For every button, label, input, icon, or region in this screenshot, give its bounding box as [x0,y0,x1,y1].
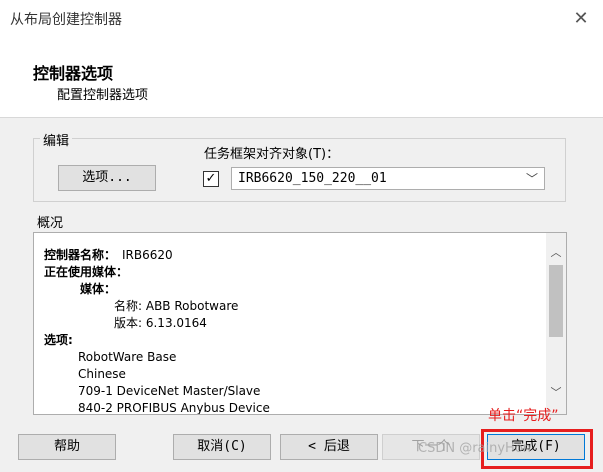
task-frame-label: 任务框架对齐对象(T)： [204,147,340,162]
overview-line-value: 840-2 PROFIBUS Anybus Device [78,401,270,415]
overview-line-label: 正在使用媒体： [44,265,129,279]
overview-line-label: 控制器名称： [44,248,117,262]
scroll-down-icon[interactable]: ﹀ [546,383,566,403]
overview-line: 选项: [44,332,270,349]
task-frame-select[interactable]: IRB6620_150_220__01 ﹀ [231,167,545,190]
overview-content: 控制器名称： IRB6620 正在使用媒体： 媒体： 名称: ABB Robotware… [44,247,270,415]
overview-line: 版本: 6.13.0164 [44,315,270,332]
scroll-thumb[interactable] [549,265,563,337]
chevron-down-icon: ﹀ [525,172,538,186]
close-icon[interactable]: ✕ [566,4,596,34]
overview-line: 控制器名称： IRB6620 [44,247,270,264]
task-frame-value: IRB6620_150_220__01 [238,171,387,186]
cancel-button[interactable]: 取消(C) [173,434,271,460]
overview-label: 概况 [37,216,64,231]
overview-line: 709-1 DeviceNet Master/Slave [44,383,270,400]
overview-line-value: 版本: 6.13.0164 [114,316,207,330]
overview-line-value: Chinese [78,367,126,381]
click-finish-annotation: 单击“完成” [488,408,559,424]
overview-line: Chinese [44,366,270,383]
window-title: 从布局创建控制器 [10,12,122,28]
overview-line: 840-2 PROFIBUS Anybus Device [44,400,270,415]
edit-group-legend: 编辑 [40,130,73,149]
overview-scrollbar[interactable]: ︿ ﹀ [546,233,566,414]
check-icon: ✓ [205,171,217,186]
watermark: CSDN @rainyHon [418,441,532,456]
overview-line-value: RobotWare Base [78,350,177,364]
overview-line: RobotWare Base [44,349,270,366]
scroll-up-icon[interactable]: ︿ [546,243,566,263]
page-title: 控制器选项 [33,64,114,83]
overview-line: 媒体： [44,281,270,298]
overview-line: 正在使用媒体： [44,264,270,281]
options-button[interactable]: 选项... [58,165,156,191]
wizard-header: 控制器选项 配置控制器选项 [0,38,603,118]
page-subtitle: 配置控制器选项 [57,88,149,103]
task-frame-checkbox[interactable]: ✓ [203,171,219,187]
overview-panel[interactable]: 控制器名称： IRB6620 正在使用媒体： 媒体： 名称: ABB Robotware… [33,232,567,415]
overview-line-label: 选项: [44,333,73,347]
overview-line: 名称: ABB Robotware [44,298,270,315]
overview-line-value: 名称: ABB Robotware [114,299,239,313]
back-button[interactable]: < 后退 [280,434,378,460]
title-bar: 从布局创建控制器 ✕ [0,0,603,38]
overview-line-label: 媒体： [80,282,117,296]
help-button[interactable]: 帮助 [18,434,116,460]
overview-line-value: 709-1 DeviceNet Master/Slave [78,384,261,398]
overview-line-value: IRB6620 [122,248,173,262]
